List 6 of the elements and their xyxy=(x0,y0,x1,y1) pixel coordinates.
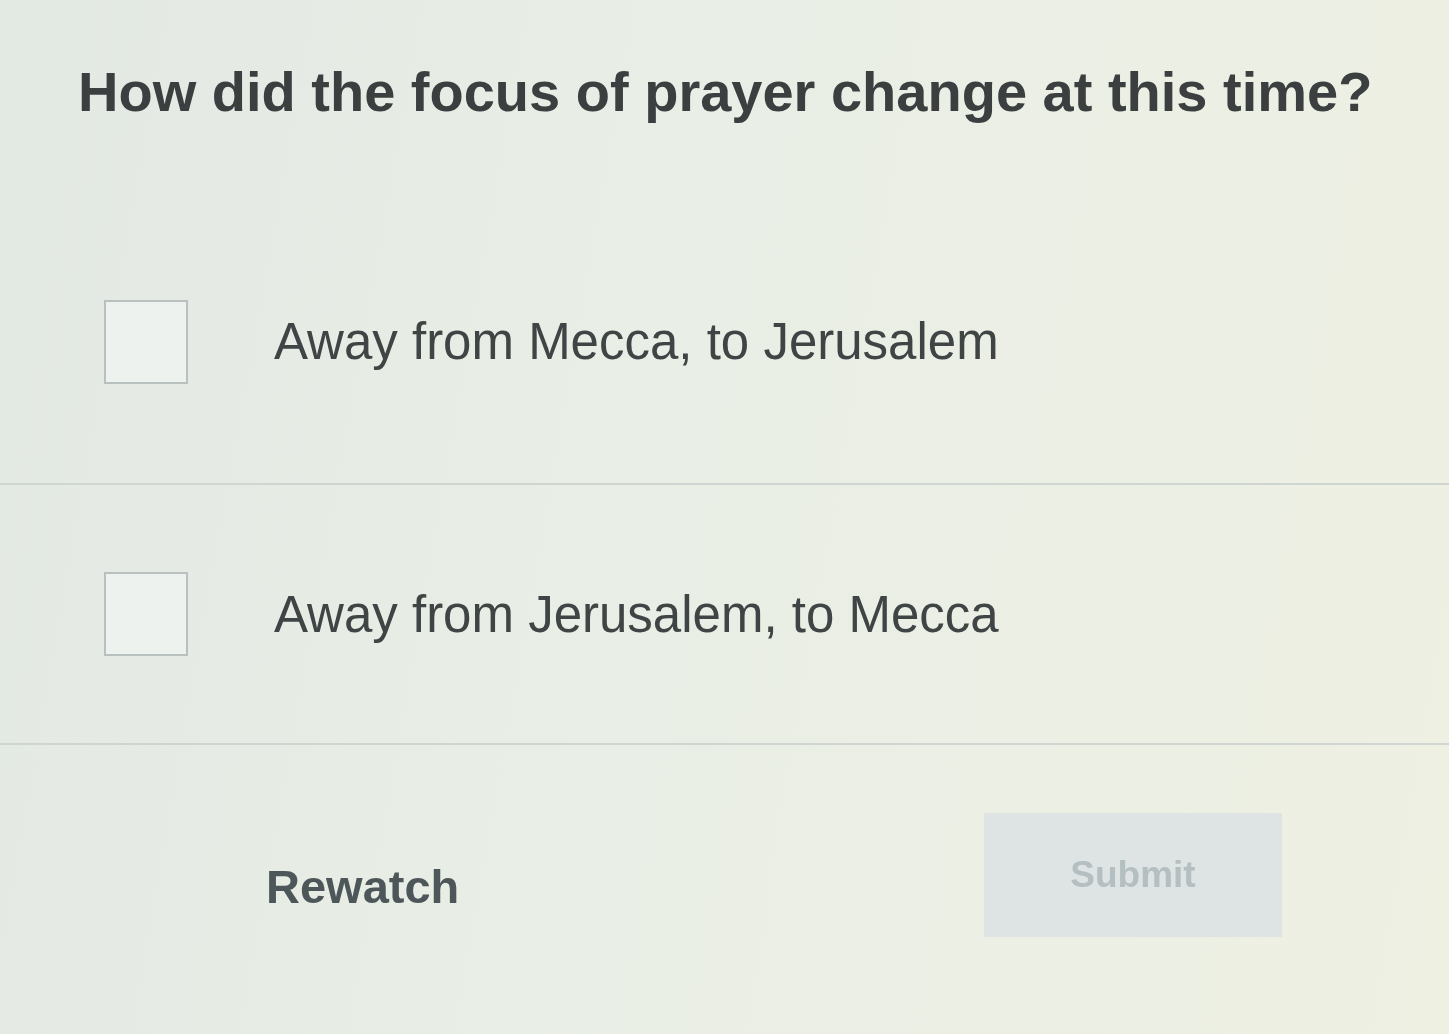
option-label: Away from Jerusalem, to Mecca xyxy=(274,584,999,644)
option-label: Away from Mecca, to Jerusalem xyxy=(274,312,999,371)
rewatch-button[interactable]: Rewatch xyxy=(266,859,460,914)
checkbox[interactable] xyxy=(104,572,188,656)
question-title: How did the focus of prayer change at this time? xyxy=(78,59,1373,125)
checkbox[interactable] xyxy=(104,299,188,384)
